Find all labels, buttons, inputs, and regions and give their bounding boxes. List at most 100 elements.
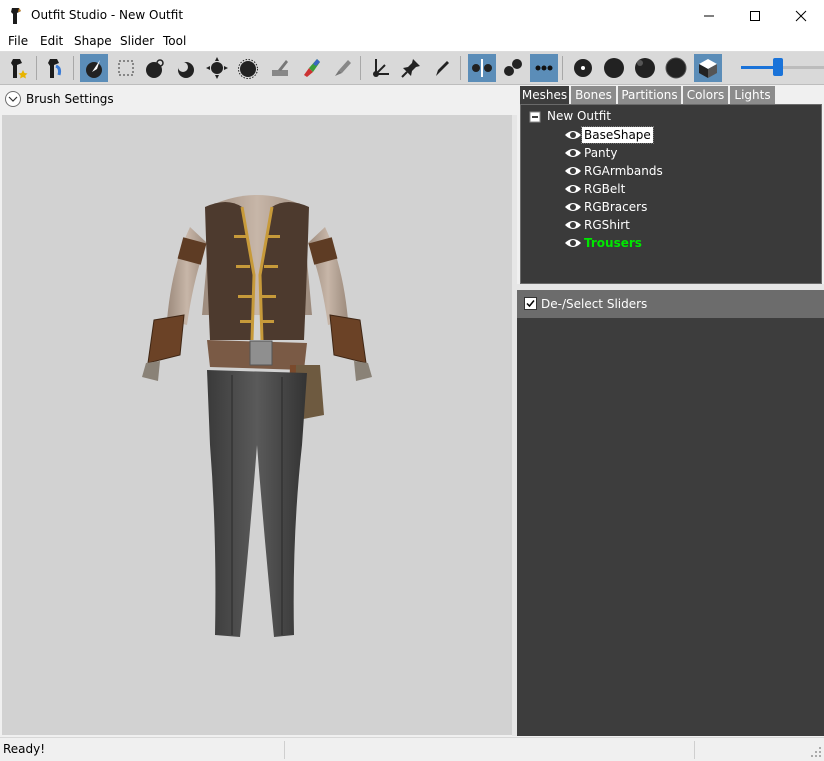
close-button[interactable]	[778, 0, 824, 32]
left-panel: Brush Settings	[0, 85, 517, 736]
eye-icon[interactable]	[564, 165, 582, 177]
weight-brush-icon	[272, 60, 288, 76]
transform-button[interactable]	[366, 54, 394, 82]
close-icon	[795, 10, 807, 22]
inflate-brush-button[interactable]	[141, 54, 169, 82]
mesh-label: BaseShape	[581, 126, 654, 144]
alpha-brush-icon	[335, 60, 351, 76]
window-title: Outfit Studio - New Outfit	[31, 8, 184, 22]
connected-icon	[504, 59, 522, 76]
mesh-label: RGBelt	[584, 182, 626, 196]
global-brush-icon	[535, 59, 553, 77]
move-brush-button[interactable]	[203, 54, 231, 82]
move-brush-icon	[206, 57, 228, 79]
minimize-button[interactable]	[686, 0, 732, 32]
mesh-label: Panty	[584, 146, 618, 160]
eye-icon[interactable]	[564, 129, 582, 141]
brush-settings-label: Brush Settings	[26, 92, 114, 106]
deflate-brush-button[interactable]	[172, 54, 200, 82]
alpha-brush-button[interactable]	[328, 54, 356, 82]
tab-meshes[interactable]: Meshes	[520, 86, 569, 104]
toolbar-separator	[36, 56, 37, 80]
mesh-label: RGBracers	[584, 200, 648, 214]
show-vertices-button[interactable]	[569, 54, 597, 82]
pin-icon	[401, 59, 420, 78]
mask-view-button[interactable]	[694, 54, 722, 82]
smooth-brush-button[interactable]	[234, 54, 262, 82]
toolbar-separator	[460, 56, 461, 80]
weight-brush-button[interactable]	[266, 54, 294, 82]
eye-icon[interactable]	[564, 219, 582, 231]
pivot-button[interactable]	[397, 54, 425, 82]
maximize-button[interactable]	[732, 0, 778, 32]
mesh-tree: New Outfit BaseShape Panty RGArmbands RG…	[520, 104, 822, 284]
toolbar	[0, 52, 824, 85]
tab-colors[interactable]: Colors	[683, 86, 728, 104]
outfit-studio-logo-icon	[11, 8, 21, 24]
status-text: Ready!	[3, 742, 46, 756]
transform-icon	[373, 59, 389, 77]
eye-icon[interactable]	[564, 201, 582, 213]
status-separator	[284, 741, 285, 759]
global-brush-button[interactable]	[530, 54, 558, 82]
select-brush-icon	[86, 60, 102, 78]
connected-only-button[interactable]	[499, 54, 527, 82]
mesh-label: Trousers	[584, 236, 642, 250]
inflate-brush-icon	[146, 59, 164, 78]
expand-toggle[interactable]	[5, 91, 21, 107]
mask-select-button[interactable]	[112, 54, 140, 82]
reference-button[interactable]	[40, 54, 68, 82]
brush-size-slider-thumb[interactable]	[773, 58, 783, 76]
chevron-down-icon	[8, 96, 18, 102]
deflate-brush-icon	[178, 62, 194, 78]
eye-icon[interactable]	[564, 183, 582, 195]
tab-partitions[interactable]: Partitions	[618, 86, 681, 104]
vertex-edit-button[interactable]	[428, 54, 456, 82]
brush-settings-header[interactable]: Brush Settings	[0, 85, 517, 113]
select-sliders-checkbox[interactable]	[524, 297, 537, 310]
select-sliders-label[interactable]: De-/Select Sliders	[541, 297, 647, 311]
menu-slider[interactable]: Slider	[120, 34, 154, 48]
textures-button[interactable]	[662, 54, 690, 82]
menu-tool[interactable]: Tool	[163, 34, 186, 48]
eye-icon[interactable]	[564, 237, 582, 249]
maximize-icon	[750, 11, 760, 21]
minimize-icon	[704, 15, 714, 17]
menu-file[interactable]: File	[8, 34, 28, 48]
color-brush-button[interactable]	[297, 54, 325, 82]
right-panel: Meshes Bones Partitions Colors Lights Ne…	[517, 85, 824, 736]
wireframe-icon	[604, 58, 624, 78]
new-project-button[interactable]	[3, 54, 31, 82]
collapse-icon[interactable]	[529, 111, 541, 123]
select-brush-button[interactable]	[80, 54, 108, 82]
reference-icon	[48, 59, 62, 78]
status-separator	[694, 741, 695, 759]
wireframe-button[interactable]	[600, 54, 628, 82]
toolbar-separator	[73, 56, 74, 80]
tab-bones[interactable]: Bones	[571, 86, 616, 104]
mesh-label: RGShirt	[584, 218, 630, 232]
tab-lights[interactable]: Lights	[730, 86, 775, 104]
color-brush-icon	[304, 59, 320, 77]
menu-bar: File Edit Shape Slider Tool	[0, 32, 824, 52]
mask-select-icon	[118, 60, 134, 76]
cube-icon	[699, 59, 717, 78]
lighting-icon	[635, 58, 655, 78]
x-mirror-button[interactable]	[468, 54, 496, 82]
eye-icon[interactable]	[564, 147, 582, 159]
3d-viewport[interactable]	[2, 115, 512, 735]
smooth-brush-icon	[238, 59, 258, 79]
sliders-list	[517, 318, 824, 736]
outfit-model-render	[142, 195, 372, 637]
menu-shape[interactable]: Shape	[74, 34, 112, 48]
lighting-button[interactable]	[631, 54, 659, 82]
menu-edit[interactable]: Edit	[40, 34, 63, 48]
toolbar-separator	[360, 56, 361, 80]
sliders-header: De-/Select Sliders	[517, 290, 824, 318]
toolbar-separator	[562, 56, 563, 80]
resize-grip-icon[interactable]	[810, 746, 822, 758]
status-bar: Ready!	[0, 737, 824, 761]
new-project-icon	[11, 59, 28, 79]
mirror-icon	[472, 59, 492, 77]
tree-root-label[interactable]: New Outfit	[547, 109, 611, 123]
